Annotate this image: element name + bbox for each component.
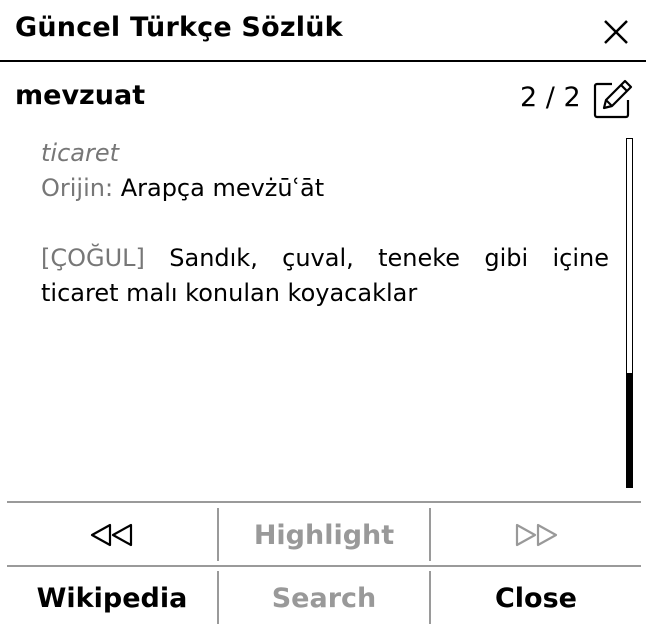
origin-line: Orijin: Arapça mevżūʿāt (41, 171, 609, 206)
next-entry-button[interactable] (431, 505, 641, 565)
button-bar-divider (7, 501, 641, 503)
button-row-divider (7, 565, 641, 567)
wikipedia-button[interactable]: Wikipedia (7, 568, 217, 628)
dialog-title: Güncel Türkçe Sözlük (15, 12, 343, 43)
highlight-button[interactable]: Highlight (219, 505, 429, 565)
previous-entry-button[interactable] (7, 505, 217, 565)
definition: [ÇOĞUL] Sandık, çuval, teneke gibi içine… (41, 241, 609, 311)
definition-tag: [ÇOĞUL] (41, 244, 145, 272)
entry-header: mevzuat 2 / 2 (0, 62, 646, 132)
dialog-titlebar: Güncel Türkçe Sözlük (0, 0, 646, 62)
page-indicator: 2 / 2 (520, 82, 581, 113)
entry-word: mevzuat (15, 80, 146, 111)
double-triangle-right-icon (515, 523, 558, 547)
origin-value: Arapça mevżūʿāt (120, 174, 325, 202)
origin-label: Orijin: (41, 174, 114, 202)
scrollbar-thumb[interactable] (626, 373, 633, 488)
close-button[interactable]: Close (431, 568, 641, 628)
definition-body: ticaret Orijin: Arapça mevżūʿāt [ÇOĞUL] … (41, 136, 609, 311)
double-triangle-left-icon (90, 523, 133, 547)
search-button[interactable]: Search (219, 568, 429, 628)
close-icon[interactable] (600, 16, 632, 48)
entry-field: ticaret (41, 139, 120, 167)
edit-icon[interactable] (592, 78, 634, 120)
